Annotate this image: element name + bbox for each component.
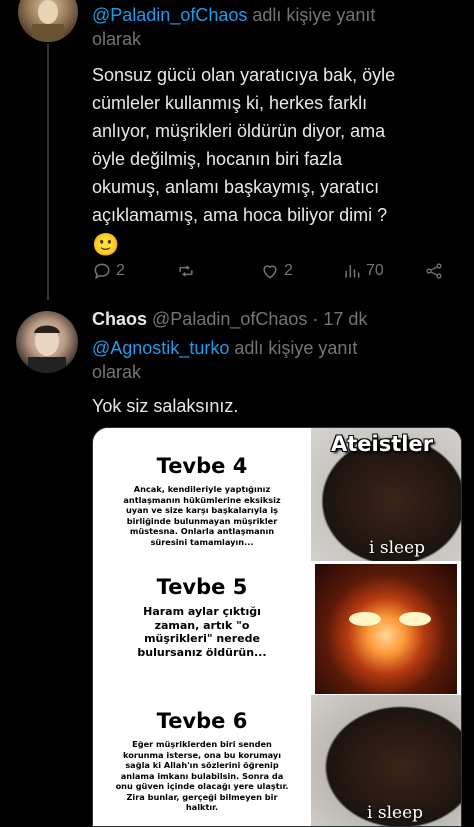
tweet2-header: Chaos @Paladin_ofChaos · 17 dk: [92, 307, 367, 331]
reply-to-text: adlı kişiye yanıt: [229, 338, 358, 358]
meme-panel-text-3: Tevbe 6 Eğer müşriklerden biri senden ko…: [93, 695, 311, 826]
meme-body: Eğer müşriklerden biri senden korunma is…: [115, 739, 289, 812]
meme-heading: Tevbe 6: [156, 709, 248, 733]
like-count: 2: [284, 262, 293, 279]
tweet2-text: Yok siz salaksınız.: [92, 396, 239, 416]
handle[interactable]: @Paladin_ofChaos: [152, 309, 307, 329]
display-name[interactable]: Chaos: [92, 309, 147, 329]
thread-line-1: [47, 44, 49, 300]
reply-to-line-2: @Agnostik_turko adlı kişiye yanıt olarak: [92, 336, 462, 384]
tweet1-text-line: anlıyor, müşrikleri öldürün diyor, ama: [92, 121, 386, 141]
tweet1-text-line: okumuş, anlamı başkaymış, yaratıcı: [92, 177, 380, 197]
heart-icon: [263, 265, 277, 279]
dot-separator: ·: [307, 309, 324, 329]
meme-caption: i sleep: [369, 538, 426, 558]
retweet-icon: [179, 265, 193, 277]
reply-to-text: adlı kişiye yanıt: [247, 5, 376, 25]
meme-top-label: Ateistler: [331, 432, 434, 456]
retweet-button[interactable]: [176, 261, 200, 281]
timestamp[interactable]: 17 dk: [323, 309, 367, 329]
views-chart-icon: [345, 265, 360, 278]
share-button[interactable]: [424, 261, 444, 281]
tweet1-text-line: Sonsuz gücü olan yaratıcıya bak, öyle: [92, 65, 396, 85]
meme-panel-face-2: [315, 564, 457, 694]
meme-caption: i sleep: [367, 803, 424, 823]
meme-image[interactable]: Tevbe 4 Ancak, kendileriyle yaptığınız a…: [92, 427, 462, 827]
meme-panel-text-2: Tevbe 5 Haram aylar çıktığı zaman, artık…: [93, 561, 311, 695]
avatar-image-icon: [32, 0, 64, 42]
meme-panel-face-1: Ateistler i sleep: [311, 428, 461, 561]
tweet1-text-line: cümleler kullanmış ki, herkes farklı: [92, 93, 368, 113]
reply-to-handle-link[interactable]: @Paladin_ofChaos: [92, 5, 247, 25]
reply-icon: [94, 263, 110, 280]
reply-to-text-line2: olarak: [92, 362, 142, 382]
glowing-eyes-icon: [349, 612, 431, 626]
meme-heading: Tevbe 4: [156, 454, 248, 478]
reply-to-line: @Paladin_ofChaos adlı kişiye yanıt olara…: [92, 3, 462, 51]
tweet1-text: Sonsuz gücü olan yaratıcıya bak, öyle cü…: [92, 61, 467, 261]
emoji-smile: 🙂: [92, 232, 120, 257]
views-button[interactable]: 70: [342, 261, 384, 281]
avatar-tweet1[interactable]: [18, 0, 78, 42]
reply-button[interactable]: 2: [92, 261, 125, 281]
meme-heading: Tevbe 5: [156, 575, 248, 599]
avatar-tweet2[interactable]: [16, 311, 78, 373]
share-icon: [426, 263, 442, 279]
meme-body: Ancak, kendileriyle yaptığınız antlaşman…: [123, 484, 281, 547]
like-button[interactable]: 2: [260, 261, 293, 281]
avatar-image-icon: [28, 325, 66, 373]
meme-panel-text-1: Tevbe 4 Ancak, kendileriyle yaptığınız a…: [93, 428, 311, 561]
views-count: 70: [366, 262, 384, 279]
reply-count: 2: [116, 262, 125, 279]
meme-panel-face-3: i sleep: [311, 695, 461, 826]
tweet1-text-line: öyle değilmiş, hocanın biri fazla: [92, 149, 343, 169]
tweet1-text-line: açıklamamış, ama hoca biliyor dimi ?: [92, 205, 388, 225]
reply-to-handle-link[interactable]: @Agnostik_turko: [92, 338, 229, 358]
reply-to-text-line2: olarak: [92, 29, 142, 49]
meme-body: Haram aylar çıktığı zaman, artık "o müşr…: [137, 605, 267, 659]
